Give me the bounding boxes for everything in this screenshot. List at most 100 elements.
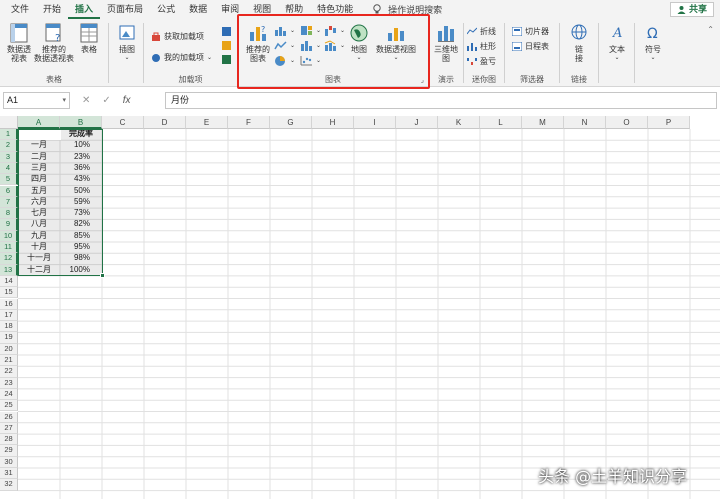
column-header-i[interactable]: I xyxy=(354,116,396,129)
symbols-button[interactable]: Ω 符号 ⌄ xyxy=(641,23,665,63)
recommended-pivot-button[interactable]: ? 推荐的 数据透视表 xyxy=(34,23,74,63)
get-addins-button[interactable]: 获取加载项 xyxy=(151,31,204,42)
timeline-button[interactable]: 日程表 xyxy=(512,41,549,52)
illustrations-button[interactable]: 插图 ⌄ xyxy=(115,23,139,63)
cell-b7[interactable]: 59% xyxy=(60,197,102,208)
row-header-3[interactable]: 3 xyxy=(0,151,18,163)
row-header-22[interactable]: 22 xyxy=(0,366,18,378)
row-header-11[interactable]: 11 xyxy=(0,242,18,254)
my-addins-button[interactable]: 我的加载项 ⌄ xyxy=(151,52,212,63)
tab-home[interactable]: 开始 xyxy=(36,0,68,19)
column-header-b[interactable]: B xyxy=(60,116,102,129)
pivot-table-button[interactable]: 数据透 视表 xyxy=(4,23,34,63)
people-graph-button[interactable] xyxy=(222,55,231,64)
share-button[interactable]: 共享 xyxy=(669,2,714,17)
cell-a1[interactable]: 月份 xyxy=(18,129,60,140)
cell-b11[interactable]: 95% xyxy=(60,242,102,253)
row-header-24[interactable]: 24 xyxy=(0,388,18,401)
row-header-13[interactable]: 13 xyxy=(0,264,18,276)
tab-formulas[interactable]: 公式 xyxy=(150,0,182,19)
cell-b10[interactable]: 85% xyxy=(60,231,102,242)
row-header-29[interactable]: 29 xyxy=(0,445,18,457)
cell-a10[interactable]: 九月 xyxy=(18,231,60,242)
column-header-d[interactable]: D xyxy=(144,116,186,129)
cell-a7[interactable]: 六月 xyxy=(18,197,60,208)
text-button[interactable]: A 文本 ⌄ xyxy=(605,23,629,63)
fill-handle[interactable] xyxy=(100,273,105,278)
row-header-26[interactable]: 26 xyxy=(0,411,18,423)
sparkline-column-button[interactable]: 柱形 xyxy=(467,41,496,52)
cell-b1[interactable]: 完成率 xyxy=(60,129,102,140)
cell-b13[interactable]: 100% xyxy=(60,265,102,276)
insert-function-icon[interactable]: fx xyxy=(123,95,131,106)
cell-a3[interactable]: 二月 xyxy=(18,152,60,163)
bing-maps-button[interactable] xyxy=(222,41,231,50)
cell-b9[interactable]: 82% xyxy=(60,219,102,230)
cell-a13[interactable]: 十二月 xyxy=(18,265,60,276)
row-header-19[interactable]: 19 xyxy=(0,332,18,344)
enter-icon[interactable]: ✓ xyxy=(102,95,110,106)
row-header-4[interactable]: 4 xyxy=(0,162,18,175)
tab-file[interactable]: 文件 xyxy=(4,0,36,19)
row-header-12[interactable]: 12 xyxy=(0,253,18,265)
cell-a12[interactable]: 十一月 xyxy=(18,253,60,264)
row-header-6[interactable]: 6 xyxy=(0,185,18,197)
column-header-k[interactable]: K xyxy=(438,116,480,129)
column-header-c[interactable]: C xyxy=(102,116,144,129)
row-header-27[interactable]: 27 xyxy=(0,422,18,435)
row-header-15[interactable]: 15 xyxy=(0,287,18,299)
cell-a11[interactable]: 十月 xyxy=(18,242,60,253)
link-button[interactable]: 链 接 xyxy=(569,23,589,63)
row-header-14[interactable]: 14 xyxy=(0,275,18,288)
row-header-21[interactable]: 21 xyxy=(0,355,18,367)
select-all-corner[interactable] xyxy=(0,116,18,129)
cell-a4[interactable]: 三月 xyxy=(18,163,60,174)
row-header-18[interactable]: 18 xyxy=(0,321,18,333)
column-header-g[interactable]: G xyxy=(270,116,312,129)
column-header-p[interactable]: P xyxy=(648,116,690,129)
cell-b2[interactable]: 10% xyxy=(60,140,102,151)
worksheet-grid[interactable]: ABCDEFGHIJKLMNOP 1 2 3 4 5 6 7 8 9 10 11 12 13 14 15 16… xyxy=(0,116,720,499)
row-header-30[interactable]: 30 xyxy=(0,456,18,468)
name-box[interactable]: A1 ▾ xyxy=(3,92,70,109)
row-header-9[interactable]: 9 xyxy=(0,219,18,231)
row-header-25[interactable]: 25 xyxy=(0,400,18,412)
visio-button[interactable] xyxy=(222,27,231,36)
cell-a5[interactable]: 四月 xyxy=(18,174,60,185)
row-header-17[interactable]: 17 xyxy=(0,309,18,322)
cancel-icon[interactable]: ✕ xyxy=(82,95,90,106)
row-header-32[interactable]: 32 xyxy=(0,479,18,491)
table-button[interactable]: 表格 xyxy=(76,23,102,54)
column-header-l[interactable]: L xyxy=(480,116,522,129)
cell-a2[interactable]: 一月 xyxy=(18,140,60,151)
row-header-28[interactable]: 28 xyxy=(0,434,18,446)
column-header-f[interactable]: F xyxy=(228,116,270,129)
cell-a9[interactable]: 八月 xyxy=(18,219,60,230)
column-header-a[interactable]: A xyxy=(18,116,60,129)
sparkline-winloss-button[interactable]: 盈亏 xyxy=(467,56,496,67)
column-header-e[interactable]: E xyxy=(186,116,228,129)
row-header-16[interactable]: 16 xyxy=(0,298,18,310)
cell-b5[interactable]: 43% xyxy=(60,174,102,185)
3d-map-button[interactable]: 三维地 图 xyxy=(432,23,460,63)
row-header-1[interactable]: 1 xyxy=(0,129,18,141)
cell-a6[interactable]: 五月 xyxy=(18,186,60,197)
row-header-31[interactable]: 31 xyxy=(0,468,18,480)
column-header-j[interactable]: J xyxy=(396,116,438,129)
row-header-2[interactable]: 2 xyxy=(0,140,18,152)
cell-b6[interactable]: 50% xyxy=(60,186,102,197)
cell-b4[interactable]: 36% xyxy=(60,163,102,174)
row-header-23[interactable]: 23 xyxy=(0,377,18,389)
tab-page-layout[interactable]: 页面布局 xyxy=(100,0,150,19)
formula-input[interactable]: 月份 xyxy=(165,92,717,109)
row-header-8[interactable]: 8 xyxy=(0,208,18,220)
row-header-20[interactable]: 20 xyxy=(0,343,18,355)
sparkline-line-button[interactable]: 折线 xyxy=(467,26,496,37)
cell-b3[interactable]: 23% xyxy=(60,152,102,163)
row-header-10[interactable]: 10 xyxy=(0,230,18,242)
cell-a8[interactable]: 七月 xyxy=(18,208,60,219)
cell-b8[interactable]: 73% xyxy=(60,208,102,219)
collapse-ribbon-icon[interactable]: ⌃ xyxy=(707,25,714,34)
slicer-button[interactable]: 切片器 xyxy=(512,26,549,37)
tab-insert[interactable]: 插入 xyxy=(68,0,101,19)
